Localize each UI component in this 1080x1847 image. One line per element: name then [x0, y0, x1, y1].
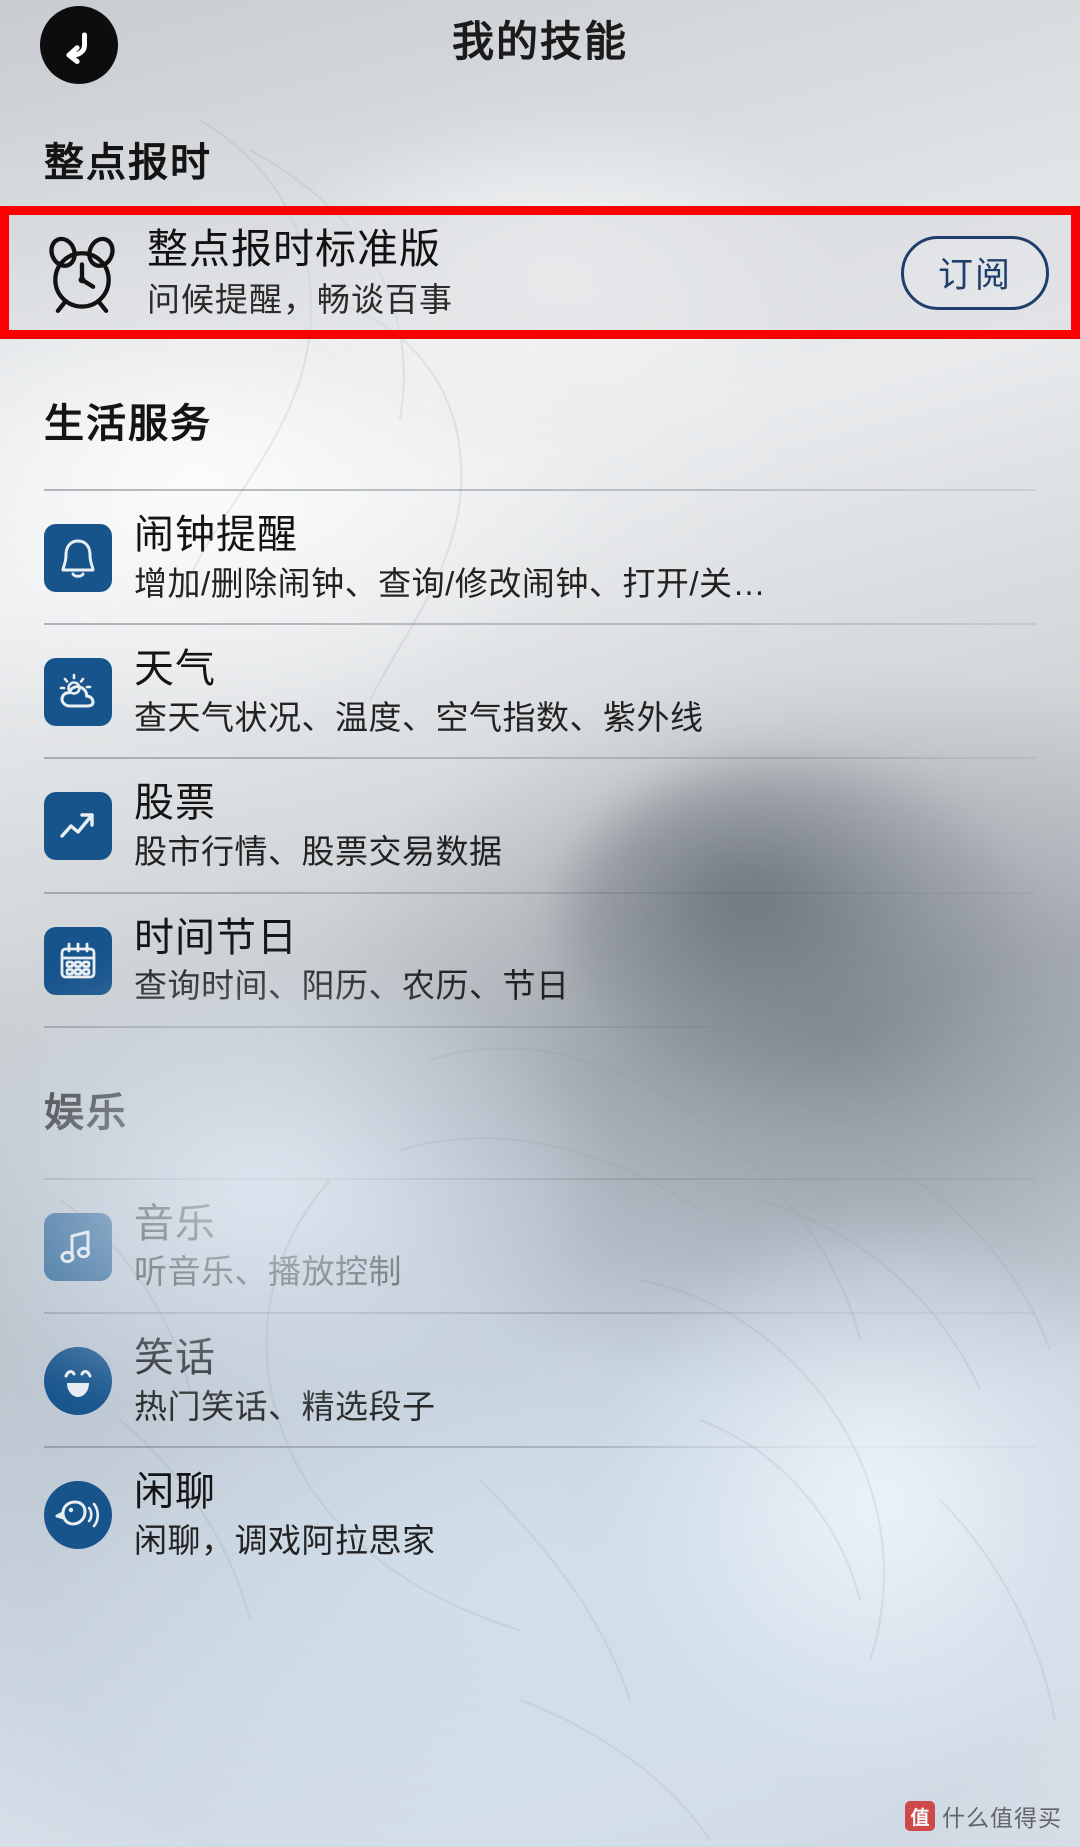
list-item-title: 天气 — [134, 647, 216, 692]
highlighted-card-wrapper: 整点报时标准版 问候提醒，畅谈百事 订阅 — [0, 206, 1080, 339]
alarm-clock-icon — [39, 230, 125, 316]
talking-bird-icon — [44, 1481, 112, 1550]
list-item-subtitle: 股市行情、股票交易数据 — [134, 832, 503, 870]
list-item-text: 天气 查天气状况、温度、空气指数、紫外线 — [112, 647, 1036, 737]
smiley-face-icon — [44, 1347, 112, 1416]
trending-up-icon — [44, 792, 112, 861]
list-item-subtitle: 增加/删除闹钟、查询/修改闹钟、打开/关… — [134, 564, 767, 602]
app-screen: 我的技能 整点报时 整点报时标准版 问候提醒，畅谈百事 订阅 生活服务 闹钟提醒… — [0, 0, 1080, 1847]
list-item-text: 时间节日 查询时间、阳历、农历、节日 — [112, 916, 1036, 1006]
skill-list-life-services: 闹钟提醒 增加/删除闹钟、查询/修改闹钟、打开/关… 天气 查天气状况、温度、空… — [0, 489, 1080, 1028]
list-item-subtitle: 闲聊，调戏阿拉思家 — [134, 1521, 436, 1559]
section-title-life-services: 生活服务 — [44, 402, 212, 446]
page-title: 我的技能 — [451, 18, 628, 65]
list-item-text: 闲聊 闲聊，调戏阿拉思家 — [112, 1470, 1036, 1560]
bell-icon — [44, 524, 112, 593]
list-item-text: 股票 股市行情、股票交易数据 — [112, 781, 1036, 871]
list-item[interactable]: 股票 股市行情、股票交易数据 — [44, 759, 1036, 891]
music-note-icon — [44, 1212, 112, 1281]
list-item-title: 闲聊 — [134, 1470, 216, 1515]
list-item-subtitle: 查询时间、阳历、农历、节日 — [134, 967, 570, 1005]
list-item-title: 时间节日 — [134, 915, 298, 960]
list-item[interactable]: 时间节日 查询时间、阳历、农历、节日 — [44, 894, 1036, 1026]
list-item[interactable]: 闹钟提醒 增加/删除闹钟、查询/修改闹钟、打开/关… — [44, 491, 1036, 623]
list-item[interactable]: 音乐 听音乐、播放控制 — [44, 1180, 1036, 1312]
list-item[interactable]: 天气 查天气状况、温度、空气指数、紫外线 — [44, 625, 1036, 757]
featured-skill-card[interactable]: 整点报时标准版 问候提醒，畅谈百事 订阅 — [0, 206, 1080, 339]
list-item-subtitle: 热门笑话、精选段子 — [134, 1387, 436, 1425]
list-item-text: 笑话 热门笑话、精选段子 — [112, 1336, 1036, 1426]
list-item[interactable]: 闲聊 闲聊，调戏阿拉思家 — [44, 1448, 1036, 1580]
list-item-text: 闹钟提醒 增加/删除闹钟、查询/修改闹钟、打开/关… — [112, 513, 1036, 603]
watermark-text: 什么值得买 — [942, 1805, 1062, 1831]
list-item-title: 股票 — [134, 781, 216, 826]
subscribe-button[interactable]: 订阅 — [901, 235, 1049, 310]
list-item-subtitle: 听音乐、播放控制 — [134, 1253, 402, 1291]
watermark-badge: 值 — [905, 1801, 935, 1831]
list-item[interactable]: 笑话 热门笑话、精选段子 — [44, 1314, 1036, 1446]
section-title-chime: 整点报时 — [44, 141, 212, 185]
list-item-text: 音乐 听音乐、播放控制 — [112, 1202, 1036, 1292]
featured-card-subtitle: 问候提醒，畅谈百事 — [147, 280, 453, 318]
list-item-title: 闹钟提醒 — [134, 513, 298, 557]
list-item-title: 笑话 — [134, 1335, 216, 1380]
sun-cloud-icon — [44, 658, 112, 727]
list-item-title: 音乐 — [134, 1201, 216, 1246]
featured-card-text: 整点报时标准版 问候提醒，畅谈百事 — [125, 225, 901, 320]
page-header: 我的技能 — [0, 0, 1080, 90]
list-item-subtitle: 查天气状况、温度、空气指数、紫外线 — [134, 698, 704, 736]
featured-card-title: 整点报时标准版 — [147, 226, 441, 273]
skill-list-entertainment: 音乐 听音乐、播放控制 笑话 热门笑话、精选段子 闲聊 闲聊，调戏阿拉思家 — [0, 1177, 1080, 1581]
watermark: 值 什么值得买 — [905, 1799, 1062, 1833]
calendar-icon — [44, 926, 112, 995]
section-title-entertainment: 娱乐 — [44, 1090, 128, 1135]
